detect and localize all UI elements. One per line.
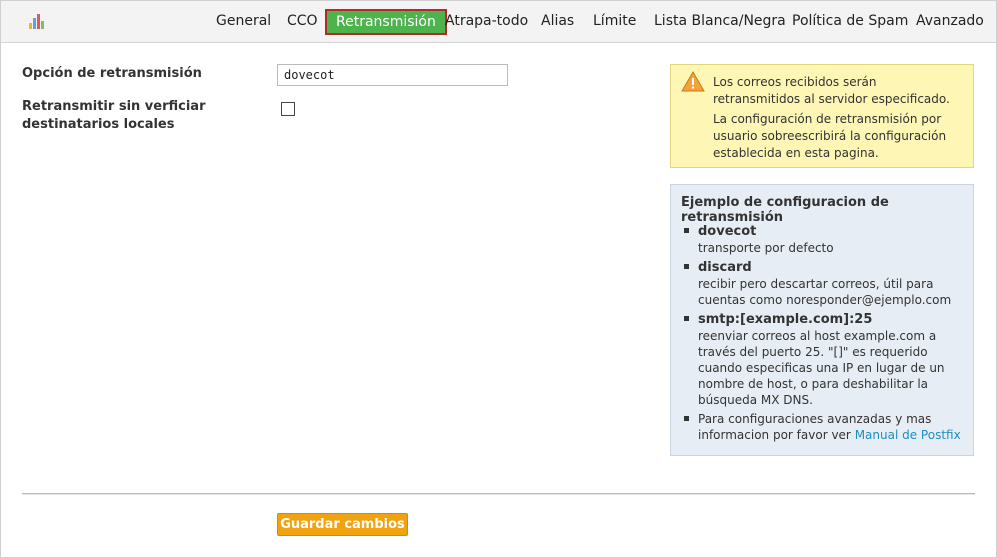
- example-term: dovecot: [698, 224, 757, 239]
- list-item: Para configuraciones avanzadas y mas inf…: [681, 411, 966, 443]
- stats-logo-icon: [29, 13, 45, 29]
- form-separator: [22, 493, 975, 495]
- tab-lista-blanca-negra[interactable]: Lista Blanca/Negra: [654, 10, 786, 32]
- warning-box: Los correos recibidos serán retransmitid…: [670, 64, 974, 168]
- warning-text-1: Los correos recibidos serán retransmitid…: [713, 75, 950, 106]
- example-desc: reenviar correos al host example.com a t…: [698, 329, 945, 407]
- tab-retransmision[interactable]: Retransmisión: [325, 9, 447, 35]
- bullet-icon: [684, 264, 689, 269]
- tab-atrapa-todo[interactable]: Atrapa-todo: [445, 10, 528, 32]
- example-desc: recibir pero descartar correos, útil par…: [698, 277, 952, 307]
- top-nav: General CCO Retransmisión Atrapa-todo Al…: [1, 1, 996, 43]
- tab-cco[interactable]: CCO: [287, 10, 318, 32]
- relay-option-input[interactable]: dovecot: [277, 64, 508, 86]
- tab-alias[interactable]: Alias: [541, 10, 574, 32]
- warning-icon: [681, 71, 705, 92]
- example-term: smtp:[example.com]:25: [698, 312, 873, 327]
- tab-avanzado[interactable]: Avanzado: [916, 10, 984, 32]
- relay-no-verify-label: Retransmitir sin verficiar destinatarios…: [22, 99, 206, 132]
- list-item: smtp:[example.com]:25 reenviar correos a…: [681, 311, 966, 408]
- relay-example-title: Ejemplo de configuracion de retransmisió…: [681, 195, 889, 225]
- save-button[interactable]: Guardar cambios: [277, 513, 408, 536]
- tab-limite[interactable]: Límite: [593, 10, 636, 32]
- bullet-icon: [684, 228, 689, 233]
- relay-example-box: Ejemplo de configuracion de retransmisió…: [670, 184, 974, 456]
- tab-general[interactable]: General: [216, 10, 271, 32]
- relay-no-verify-checkbox[interactable]: [281, 102, 295, 116]
- bullet-icon: [684, 416, 689, 421]
- example-desc: transporte por defecto: [698, 241, 834, 255]
- warning-text-2: La configuración de retransmisión por us…: [713, 112, 947, 160]
- list-item: dovecot transporte por defecto: [681, 223, 966, 256]
- relay-option-label: Opción de retransmisión: [22, 66, 202, 81]
- list-item: discard recibir pero descartar correos, …: [681, 259, 966, 308]
- relay-example-list: dovecot transporte por defecto discard r…: [681, 223, 966, 446]
- bullet-icon: [684, 316, 689, 321]
- example-term: discard: [698, 260, 752, 275]
- tab-politica-spam[interactable]: Política de Spam: [792, 10, 908, 32]
- postfix-manual-link[interactable]: Manual de Postfix: [855, 428, 961, 442]
